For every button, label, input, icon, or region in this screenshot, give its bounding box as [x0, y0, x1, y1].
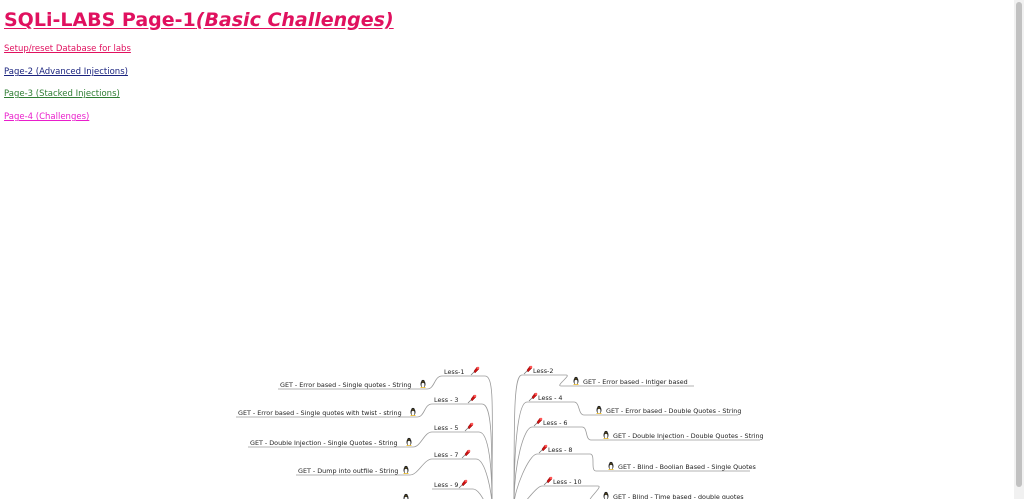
- penguin-icon: [420, 379, 426, 388]
- lesson-description: GET - Blind - Time based - double quotes: [613, 493, 744, 499]
- lesson-label: Less - 6: [543, 419, 567, 427]
- connector-line: [416, 403, 433, 418]
- connector-line: [589, 453, 597, 472]
- lesson-description: GET - Error based - Single quotes with t…: [238, 409, 402, 417]
- lesson-label: Less - 7: [434, 451, 458, 459]
- pin-icon: [464, 422, 474, 432]
- pin-icon: [538, 444, 548, 454]
- connector-line: [581, 426, 592, 441]
- penguin-icon: [403, 465, 409, 474]
- penguin-icon: [573, 376, 579, 385]
- lesson-description: GET - Double Injection - Single Quotes -…: [250, 439, 398, 447]
- pin-icon: [470, 366, 480, 376]
- penguin-icon: [608, 461, 614, 470]
- connector-line: [409, 458, 433, 476]
- lesson-label: Less - 9: [434, 481, 458, 489]
- connector-line: [589, 485, 600, 499]
- connector-line: [559, 374, 568, 387]
- lessons-mindmap: Less-1 GET - Error based - Single quotes …: [236, 365, 764, 499]
- connector-line: [573, 401, 585, 416]
- lesson-label: Less - 3: [434, 396, 458, 404]
- pin-icon: [533, 417, 543, 427]
- pin-icon: [461, 449, 471, 459]
- lesson-label: Less - 10: [553, 478, 582, 486]
- penguin-icon: [603, 491, 609, 499]
- connector-line: [426, 375, 443, 390]
- penguin-icon: [596, 405, 602, 414]
- lesson-description: GET - Blind - Boolian Based - Single Quo…: [618, 463, 757, 471]
- lesson-label: Less - 4: [538, 394, 562, 402]
- lesson-description: GET - Dump into outfile - String: [298, 467, 398, 475]
- lesson-description: GET - Error based - Single quotes - Stri…: [280, 381, 411, 389]
- connector-line: [472, 488, 484, 499]
- pin-icon: [528, 392, 538, 402]
- connector-line: [513, 401, 528, 499]
- penguin-icon: [410, 407, 416, 416]
- lesson-label: Less - 8: [548, 446, 572, 454]
- lesson-label: Less-2: [533, 367, 553, 375]
- pin-icon: [467, 394, 477, 404]
- connector-line: [481, 403, 493, 499]
- page: SQLi-LABS Page-1(Basic Challenges) Setup…: [0, 0, 1014, 499]
- pin-icon: [543, 476, 553, 486]
- lesson-label: Less - 5: [434, 424, 458, 432]
- penguin-icon: [603, 430, 609, 439]
- penguin-icon: [406, 437, 412, 446]
- connector-line: [412, 431, 433, 448]
- lesson-description: GET - Double Injection - Double Quotes -…: [613, 432, 764, 440]
- vertical-scrollbar[interactable]: [1014, 0, 1024, 499]
- penguin-icon: [403, 493, 409, 499]
- lesson-description: GET - Error based - Double Quotes - Stri…: [606, 407, 741, 415]
- lesson-description: GET - Error based - Intiger based: [583, 378, 688, 386]
- pin-icon: [523, 365, 533, 375]
- lesson-label: Less-1: [444, 368, 464, 376]
- scrollbar-thumb[interactable]: [1016, 2, 1022, 487]
- connector-line: [526, 485, 543, 499]
- pin-icon: [458, 479, 468, 489]
